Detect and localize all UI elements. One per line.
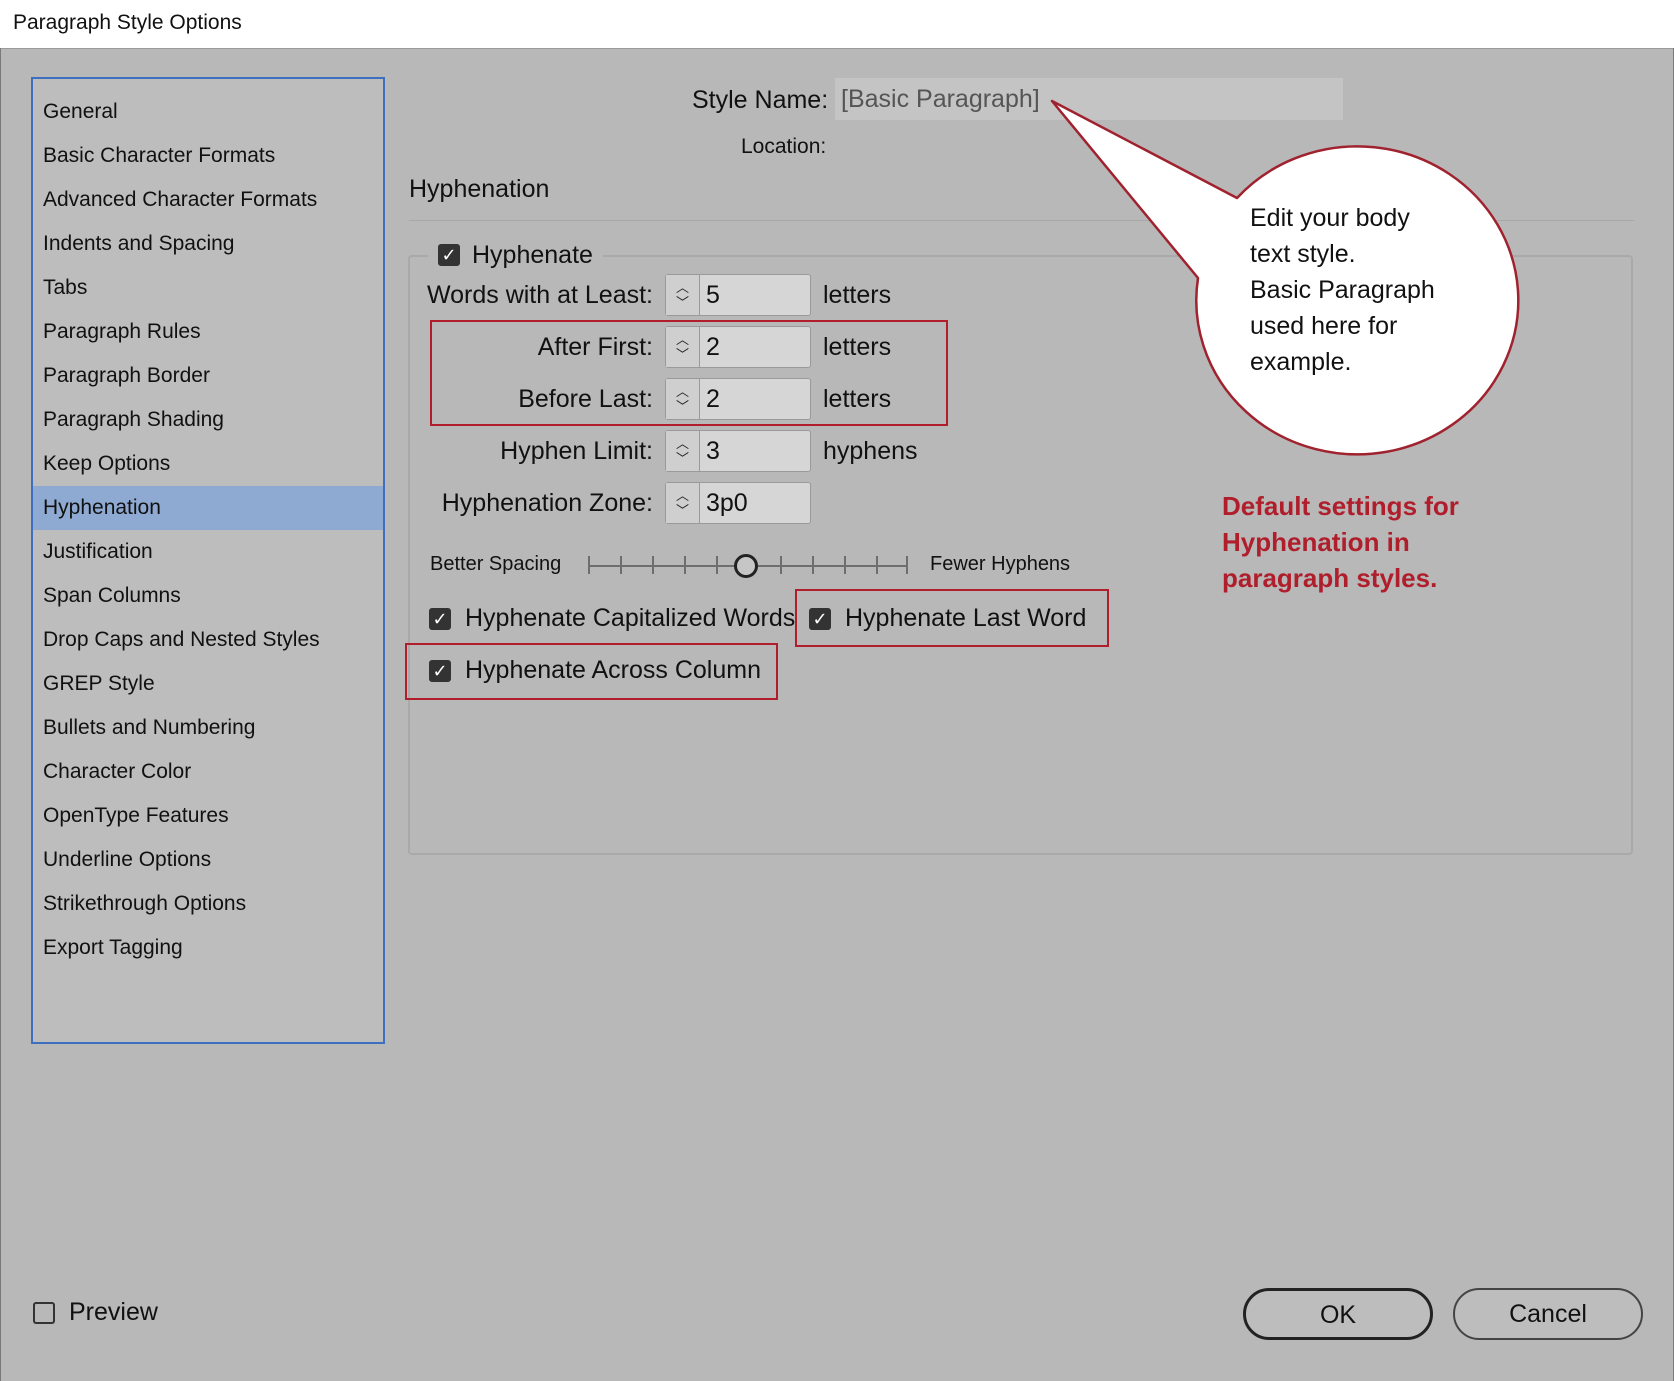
annotation-line: paragraph styles. bbox=[1222, 563, 1438, 593]
callout-line: Edit your body bbox=[1250, 204, 1410, 232]
callout-line: text style. bbox=[1250, 240, 1356, 268]
callout-text: Edit your body text style. Basic Paragra… bbox=[1250, 200, 1480, 380]
annotation-line: Hyphenation in bbox=[1222, 527, 1410, 557]
ok-button[interactable]: OK bbox=[1243, 1288, 1433, 1340]
cancel-button[interactable]: Cancel bbox=[1453, 1288, 1643, 1340]
callout-line: Basic Paragraph bbox=[1250, 276, 1435, 304]
annotation-line: Default settings for bbox=[1222, 491, 1459, 521]
preview-checkbox[interactable] bbox=[33, 1301, 55, 1324]
preview-row[interactable]: Preview bbox=[33, 1298, 158, 1327]
default-settings-annotation: Default settings for Hyphenation in para… bbox=[1222, 488, 1522, 596]
callout-line: example. bbox=[1250, 348, 1352, 376]
preview-label: Preview bbox=[69, 1298, 158, 1326]
callout-line: used here for bbox=[1250, 312, 1398, 340]
